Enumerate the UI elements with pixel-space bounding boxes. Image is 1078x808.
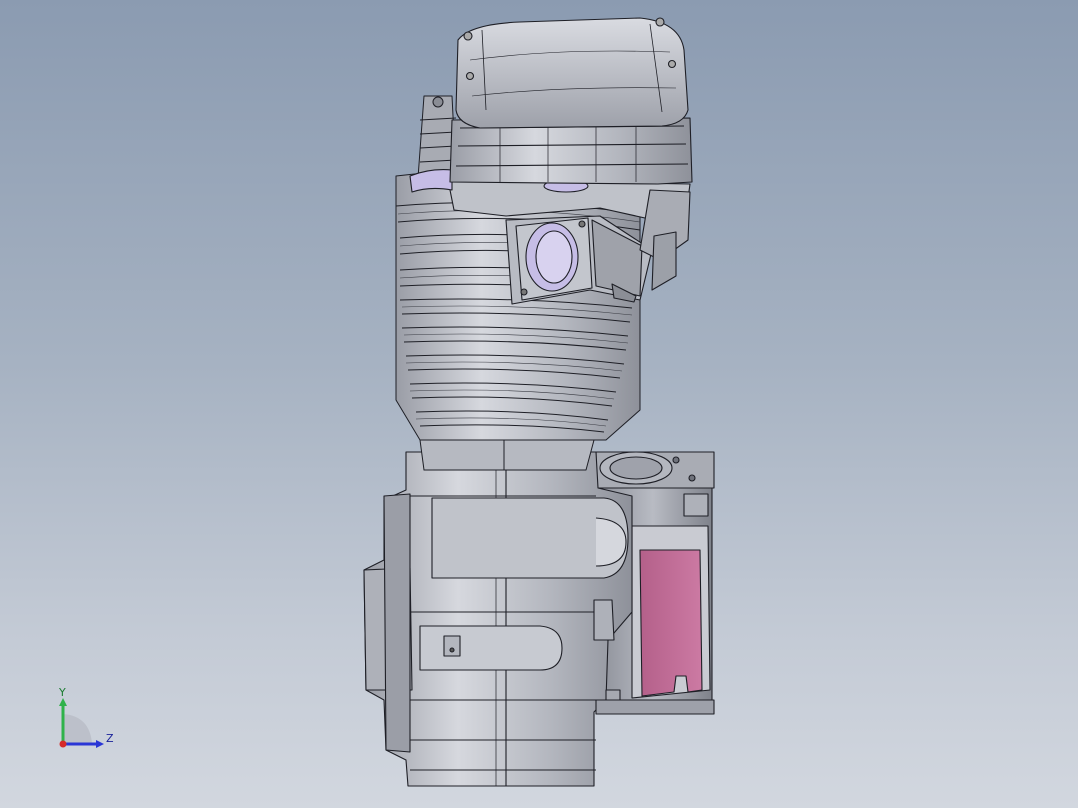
coordinate-triad: Y Z — [58, 686, 114, 748]
crankcase[interactable] — [363, 451, 715, 787]
triad-plane-shade — [63, 714, 92, 744]
oil-tank-panel — [639, 549, 703, 697]
x-axis-point — [59, 740, 67, 748]
z-axis-arrow — [96, 740, 104, 748]
engine-3d-model[interactable] — [0, 0, 1078, 808]
y-axis-arrow — [59, 698, 67, 706]
z-axis-label: Z — [106, 732, 114, 745]
graphics-viewport[interactable]: Y Z — [0, 0, 1078, 808]
y-axis-label: Y — [58, 686, 66, 699]
